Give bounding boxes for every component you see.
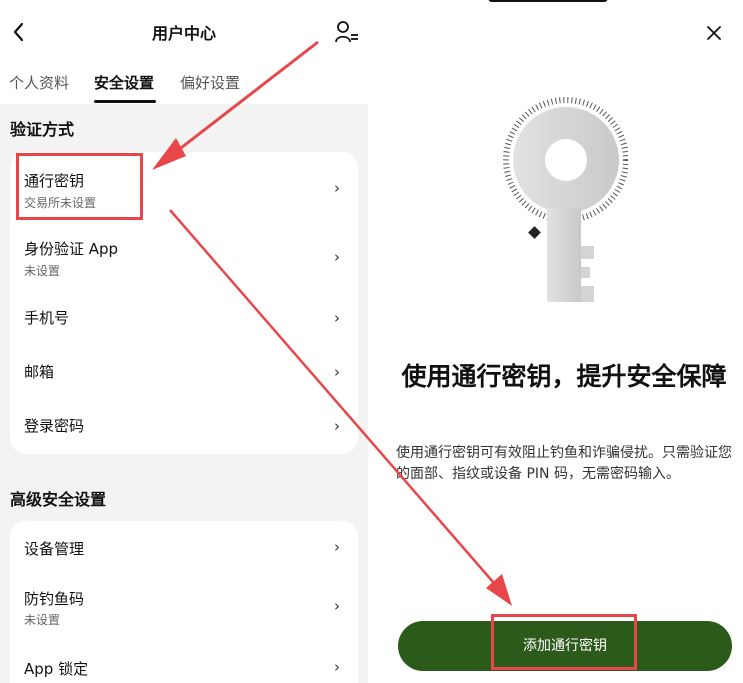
tab-profile[interactable]: 个人资料 (9, 72, 69, 93)
top-bar: 用户中心 (0, 0, 368, 64)
section-title-advanced: 高级安全设置 (10, 490, 107, 509)
row-label: 手机号 (24, 309, 70, 327)
section-title-verification: 验证方式 (10, 120, 75, 139)
row-device-management[interactable]: 设备管理 › (10, 521, 358, 575)
row-phone[interactable]: 手机号 › (10, 292, 358, 346)
tab-security[interactable]: 安全设置 (94, 72, 154, 93)
user-center-panel: 用户中心 个人资料 安全设置 偏好设置 验证方式 通行密钥 交易所未设置 › 身… (0, 0, 368, 683)
active-tab-indicator (94, 100, 156, 103)
sheet-handle (488, 0, 608, 2)
chevron-right-icon: › (334, 597, 340, 615)
tab-preferences[interactable]: 偏好设置 (180, 72, 240, 93)
row-status: 未设置 (24, 264, 61, 278)
user-settings-icon[interactable] (334, 20, 360, 44)
key-icon (498, 96, 629, 306)
cta-highlight-box (491, 614, 637, 670)
row-login-password[interactable]: 登录密码 › (10, 400, 358, 454)
page-title: 用户中心 (151, 24, 216, 43)
chevron-right-icon: › (334, 363, 340, 381)
chevron-right-icon: › (334, 179, 340, 197)
row-label: 身份验证 App (24, 240, 119, 258)
chevron-right-icon: › (334, 309, 340, 327)
row-label: App 锁定 (24, 660, 89, 678)
row-email[interactable]: 邮箱 › (10, 346, 358, 400)
row-label: 邮箱 (24, 363, 55, 381)
row-label: 设备管理 (24, 540, 85, 558)
tab-bar: 个人资料 安全设置 偏好设置 (0, 64, 368, 104)
chevron-right-icon: › (334, 248, 340, 266)
headline: 使用通行密钥，提升安全保障 (401, 362, 727, 391)
passkey-highlight-box (16, 153, 143, 220)
row-label: 登录密码 (24, 417, 85, 435)
chevron-right-icon: › (334, 538, 340, 556)
chevron-right-icon: › (334, 417, 340, 435)
row-app-lock[interactable]: App 锁定 › (10, 648, 358, 683)
advanced-security-card: 设备管理 › 防钓鱼码 未设置 › App 锁定 › (10, 521, 358, 683)
row-authenticator-app[interactable]: 身份验证 App 未设置 › (10, 227, 358, 281)
passkey-intro-sheet: 使用通行密钥，提升安全保障 使用通行密钥可有效阻止钓鱼和诈骗侵扰。只需验证您的面… (368, 0, 743, 683)
chevron-right-icon: › (334, 658, 340, 676)
row-status: 未设置 (24, 613, 61, 627)
close-icon[interactable] (706, 22, 722, 46)
description: 使用通行密钥可有效阻止钓鱼和诈骗侵扰。只需验证您的面部、指纹或设备 PIN 码，… (396, 445, 732, 482)
row-label: 防钓鱼码 (24, 590, 85, 608)
row-anti-phishing[interactable]: 防钓鱼码 未设置 › (10, 579, 358, 633)
